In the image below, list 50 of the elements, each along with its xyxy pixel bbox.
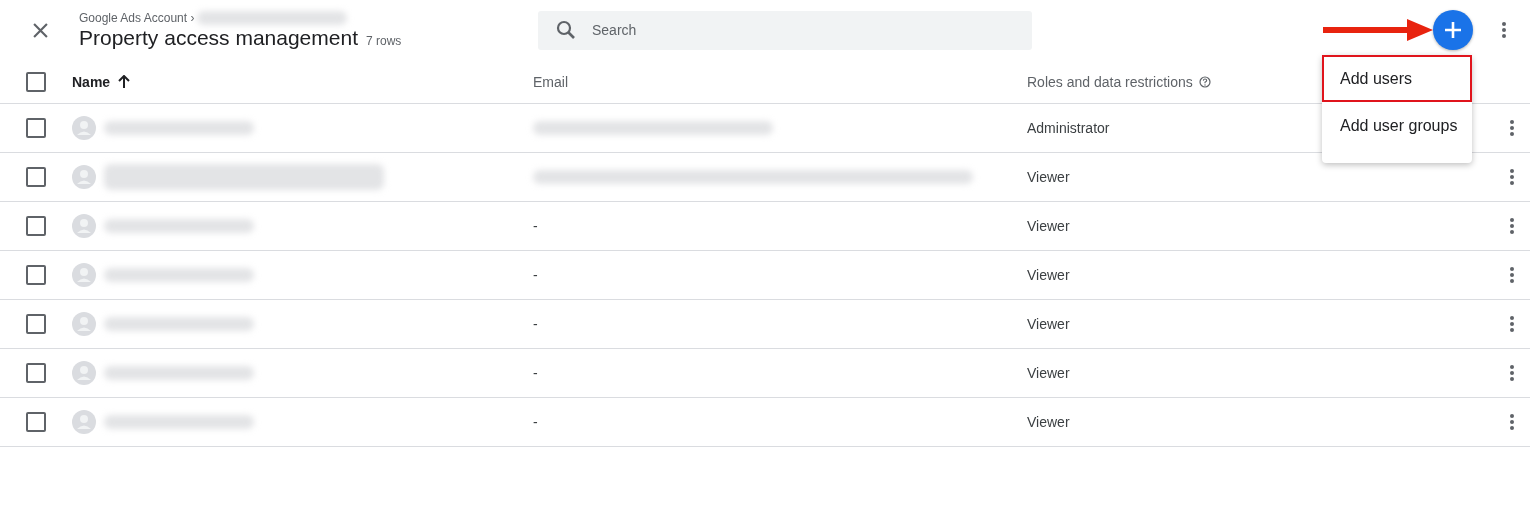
breadcrumb-link[interactable]: Google Ads Account › [79, 10, 195, 25]
row-count: 7 rows [365, 33, 402, 48]
checkbox[interactable] [25, 216, 46, 236]
avatar-icon [72, 312, 96, 336]
email-cell: - [533, 316, 538, 332]
role-cell: Viewer [1027, 169, 1070, 185]
close-icon[interactable] [33, 22, 48, 38]
more-icon[interactable] [1510, 316, 1514, 332]
menu-item[interactable]: Add users [1322, 55, 1472, 102]
more-icon[interactable] [1510, 365, 1514, 381]
avatar-icon [72, 361, 96, 385]
more-icon[interactable] [1510, 120, 1514, 136]
checkbox[interactable] [25, 363, 46, 383]
search-field[interactable]: Search [538, 10, 1032, 50]
more-icon[interactable] [1510, 169, 1514, 185]
email-cell: - [533, 365, 538, 381]
more-icon[interactable] [1510, 267, 1514, 283]
avatar-icon [72, 116, 96, 140]
help-icon[interactable] [1198, 75, 1211, 88]
add-button[interactable] [1433, 10, 1473, 50]
email-cell: - [533, 414, 538, 430]
checkbox[interactable] [25, 71, 46, 92]
menu-item[interactable]: Add user groups [1322, 102, 1472, 149]
role-cell: Administrator [1027, 120, 1110, 136]
checkbox[interactable] [25, 167, 46, 187]
sort-arrow-icon[interactable] [118, 74, 131, 89]
plus-icon [1443, 20, 1463, 40]
checkbox[interactable] [25, 314, 46, 334]
checkbox[interactable] [25, 118, 46, 138]
column-header: Roles and data restrictions [1027, 73, 1193, 90]
checkbox[interactable] [25, 265, 46, 285]
role-cell: Viewer [1027, 365, 1070, 381]
more-icon[interactable] [1510, 218, 1514, 234]
avatar-icon [72, 410, 96, 434]
search-input[interactable]: Search [590, 21, 1032, 39]
email-cell: - [533, 218, 538, 234]
column-header: Email [533, 73, 568, 90]
page-title: Property access management [79, 25, 358, 50]
role-cell: Viewer [1027, 267, 1070, 283]
role-cell: Viewer [1027, 316, 1070, 332]
more-icon[interactable] [1502, 22, 1506, 38]
avatar-icon [72, 165, 96, 189]
more-icon[interactable] [1510, 414, 1514, 430]
email-cell: - [533, 267, 538, 283]
role-cell: Viewer [1027, 414, 1070, 430]
column-header[interactable]: Name [72, 73, 111, 90]
avatar-icon [72, 214, 96, 238]
role-cell: Viewer [1027, 218, 1070, 234]
avatar-icon [72, 263, 96, 287]
checkbox[interactable] [25, 412, 46, 432]
